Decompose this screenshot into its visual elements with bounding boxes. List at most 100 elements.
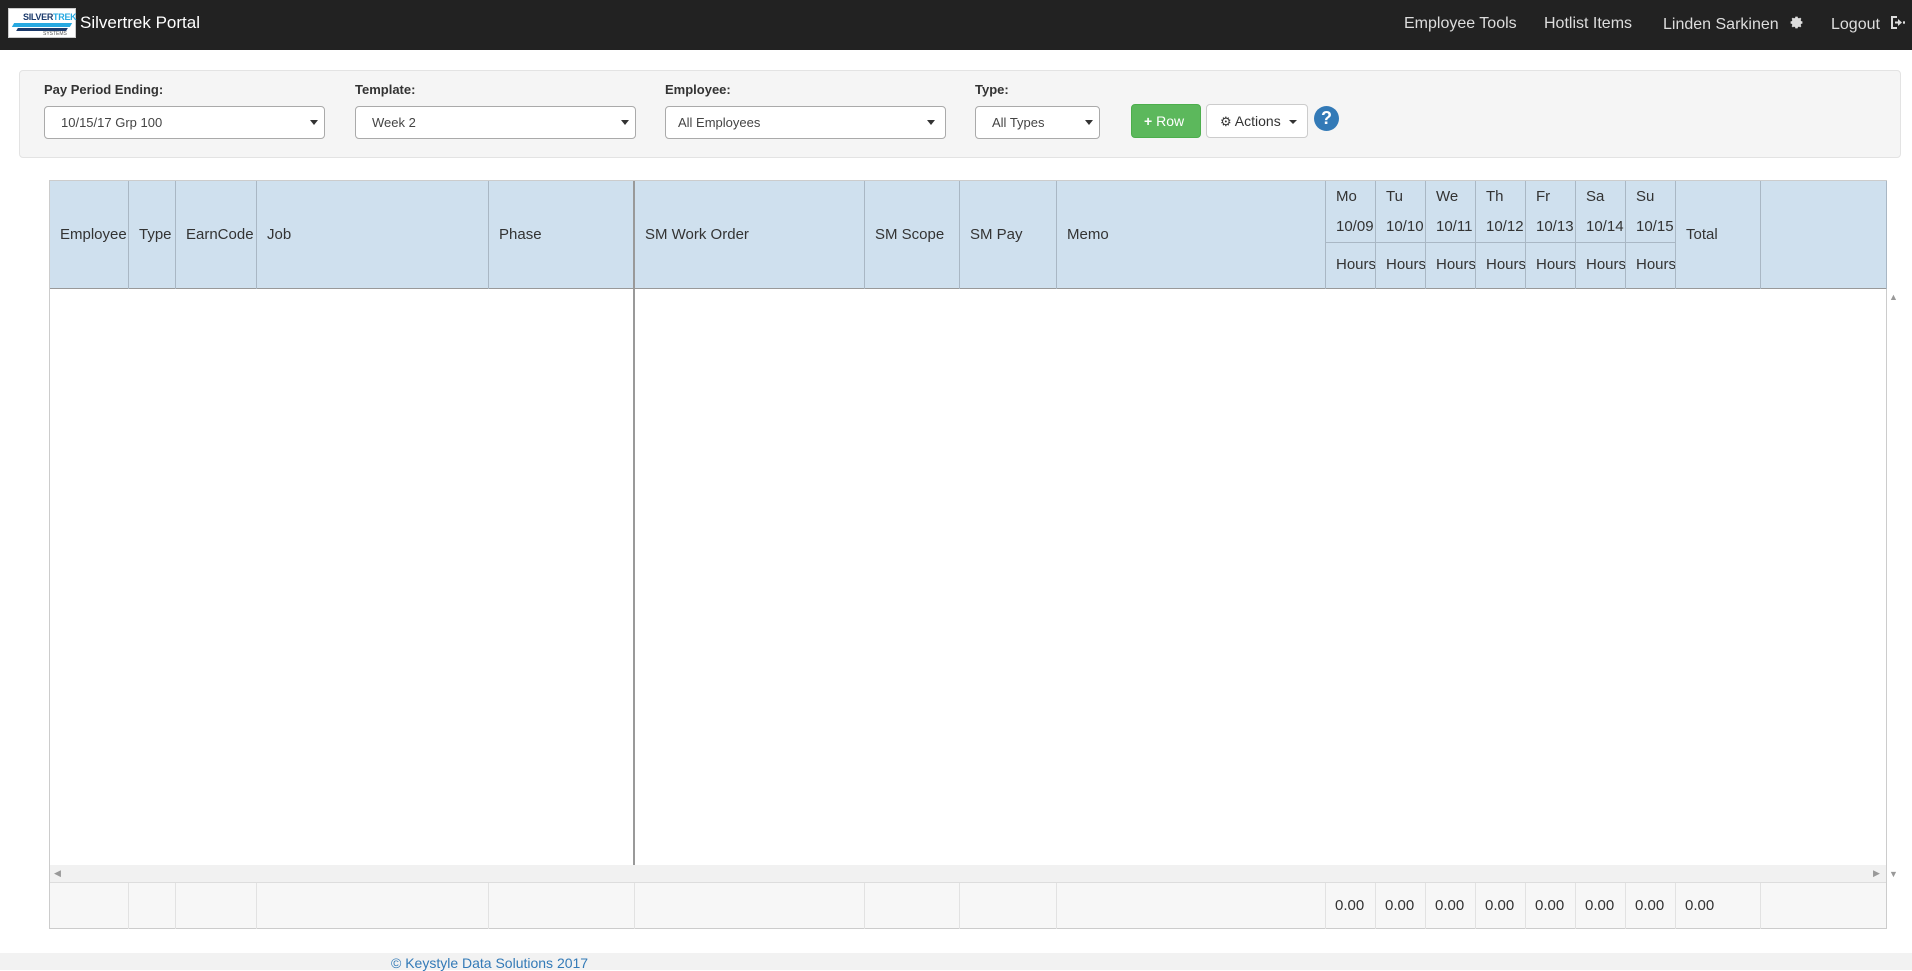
column-header-sm-scope[interactable]: SM Scope xyxy=(865,181,960,289)
horizontal-scrollbar[interactable]: ◀ ▶ xyxy=(50,865,1886,882)
column-header-memo[interactable]: Memo xyxy=(1057,181,1326,289)
day-date: 10/13 xyxy=(1536,218,1574,235)
silvertrek-logo[interactable]: SILVERTREK SYSTEMS xyxy=(8,8,77,38)
column-header-day-mo[interactable]: Mo 10/09 Hours xyxy=(1326,181,1376,289)
chevron-down-icon xyxy=(927,120,935,125)
caret-down-icon xyxy=(1288,120,1297,124)
timesheet-grid: Employee Type EarnCode Job Phase SM Work… xyxy=(49,180,1898,929)
column-header-label: EarnCode xyxy=(186,226,254,243)
column-header-label: Type xyxy=(139,226,172,243)
total-sa: 0.00 xyxy=(1576,883,1626,929)
nav-user-settings[interactable]: Linden Sarkinen xyxy=(1663,15,1804,34)
column-header-sm-pay[interactable]: SM Pay xyxy=(960,181,1057,289)
employee-select[interactable]: All Employees xyxy=(665,106,946,139)
column-header-type[interactable]: Type xyxy=(129,181,176,289)
nav-hotlist-items[interactable]: Hotlist Items xyxy=(1544,15,1632,33)
plus-icon: + xyxy=(1144,113,1153,129)
nav-employee-tools[interactable]: Employee Tools xyxy=(1404,15,1517,33)
day-date: 10/14 xyxy=(1586,218,1624,235)
actions-label: Actions xyxy=(1234,113,1281,129)
column-header-employee[interactable]: Employee xyxy=(50,181,129,289)
grid-totals-row: 0.00 0.00 0.00 0.00 0.00 0.00 0.00 0.00 xyxy=(50,882,1886,929)
totals-cell-empty xyxy=(257,883,489,929)
column-header-label: Employee xyxy=(60,226,127,243)
nav-logout[interactable]: Logout xyxy=(1831,15,1906,34)
template-select[interactable]: Week 2 xyxy=(355,106,636,139)
scroll-down-icon[interactable]: ▼ xyxy=(1889,869,1898,879)
totals-cell-empty xyxy=(865,883,960,929)
column-header-label: SM Work Order xyxy=(645,226,749,243)
chevron-down-icon xyxy=(1085,120,1093,125)
day-unit: Hours xyxy=(1636,256,1676,273)
actions-button[interactable]: ⚙ Actions xyxy=(1206,104,1308,138)
column-header-day-fr[interactable]: Fr 10/13 Hours xyxy=(1526,181,1576,289)
help-icon[interactable]: ? xyxy=(1314,106,1339,131)
day-divider xyxy=(1626,242,1675,243)
copyright-link[interactable]: © Keystyle Data Solutions 2017 xyxy=(391,955,588,971)
day-date: 10/09 xyxy=(1336,218,1374,235)
gear-icon xyxy=(1790,16,1803,29)
pay-period-label: Pay Period Ending: xyxy=(44,82,164,97)
column-header-day-we[interactable]: We 10/11 Hours xyxy=(1426,181,1476,289)
scroll-left-icon[interactable]: ◀ xyxy=(54,868,61,879)
nav-hotlist-items-label: Hotlist Items xyxy=(1544,15,1633,32)
brand-name[interactable]: Silvertrek Portal xyxy=(80,13,200,33)
column-header-sm-work-order[interactable]: SM Work Order xyxy=(635,181,865,289)
total-value: 0.00 xyxy=(1585,897,1615,914)
add-row-button[interactable]: + Row xyxy=(1131,104,1201,138)
totals-cell-empty xyxy=(1761,883,1886,929)
grid-header: Employee Type EarnCode Job Phase SM Work… xyxy=(50,181,1886,289)
totals-cell-empty xyxy=(960,883,1057,929)
logo-text: SILVERTREK xyxy=(23,12,77,22)
day-unit: Hours xyxy=(1586,256,1626,273)
day-date: 10/11 xyxy=(1436,218,1473,235)
day-divider xyxy=(1326,242,1375,243)
type-select[interactable]: All Types xyxy=(975,106,1100,139)
column-header-day-sa[interactable]: Sa 10/14 Hours xyxy=(1576,181,1626,289)
column-header-label: SM Scope xyxy=(875,226,945,243)
logo-subtext: SYSTEMS xyxy=(43,31,67,37)
total-value: 0.00 xyxy=(1435,897,1465,914)
pay-period-select[interactable]: 10/15/17 Grp 100 xyxy=(44,106,325,139)
total-value: 0.00 xyxy=(1335,897,1365,914)
type-value: All Types xyxy=(992,115,1045,130)
totals-cell-empty xyxy=(50,883,129,929)
day-date: 10/15 xyxy=(1636,218,1674,235)
column-header-earncode[interactable]: EarnCode xyxy=(176,181,257,289)
logo-stripe-blue xyxy=(11,23,73,27)
day-unit: Hours xyxy=(1386,256,1426,273)
column-header-total[interactable]: Total xyxy=(1676,181,1761,289)
day-unit: Hours xyxy=(1486,256,1526,273)
logo-text-b: TREK xyxy=(53,12,77,22)
column-header-label: Job xyxy=(267,226,292,243)
scroll-up-icon[interactable]: ▲ xyxy=(1889,292,1898,302)
totals-cell-empty xyxy=(129,883,176,929)
employee-label: Employee: xyxy=(665,82,731,97)
nav-employee-tools-label: Employee Tools xyxy=(1404,15,1517,32)
column-header-day-su[interactable]: Su 10/15 Hours xyxy=(1626,181,1676,289)
gear-icon: ⚙ xyxy=(1220,114,1232,129)
column-header-job[interactable]: Job xyxy=(257,181,489,289)
chevron-down-icon xyxy=(310,120,318,125)
day-name: Fr xyxy=(1536,188,1551,205)
page-footer: © Keystyle Data Solutions 2017 xyxy=(0,953,1912,971)
totals-cell-empty xyxy=(635,883,865,929)
column-header-day-tu[interactable]: Tu 10/10 Hours xyxy=(1376,181,1426,289)
totals-cell-empty xyxy=(1057,883,1326,929)
header-scroll-gap xyxy=(1886,181,1887,289)
day-divider xyxy=(1376,242,1425,243)
employee-value: All Employees xyxy=(678,115,761,130)
column-header-label: Phase xyxy=(499,226,542,243)
day-date: 10/10 xyxy=(1386,218,1424,235)
day-unit: Hours xyxy=(1336,256,1376,273)
day-date: 10/12 xyxy=(1486,218,1524,235)
total-value: 0.00 xyxy=(1385,897,1415,914)
scroll-right-icon[interactable]: ▶ xyxy=(1873,868,1880,879)
column-header-phase[interactable]: Phase xyxy=(489,181,634,289)
top-navbar: SILVERTREK SYSTEMS Silvertrek Portal Emp… xyxy=(0,0,1912,50)
column-header-day-th[interactable]: Th 10/12 Hours xyxy=(1476,181,1526,289)
day-divider xyxy=(1576,242,1625,243)
logout-label: Logout xyxy=(1831,16,1880,33)
pay-period-value: 10/15/17 Grp 100 xyxy=(61,115,163,130)
total-fr: 0.00 xyxy=(1526,883,1576,929)
